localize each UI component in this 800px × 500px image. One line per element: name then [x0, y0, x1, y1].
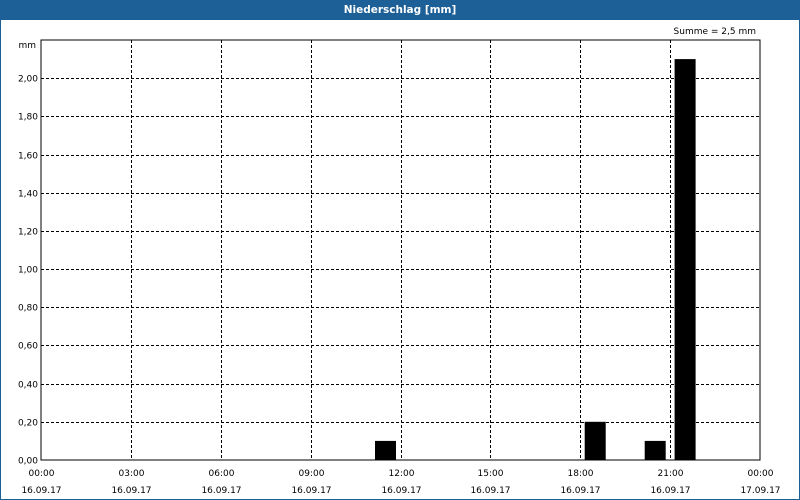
- y-tick-label: 1,80: [18, 113, 38, 123]
- y-tick-label: 1,60: [18, 152, 38, 162]
- x-tick-time: 00:00: [29, 469, 55, 479]
- precipitation-bar: [644, 440, 666, 460]
- y-axis-unit: mm: [18, 41, 36, 51]
- x-tick-date: 16.09.17: [21, 486, 61, 496]
- y-axis: 0,00 0,20 0,40 0,60 0,80 1,00 1,20 1,40 1,60 1,80…: [18, 75, 38, 467]
- x-tick-time: 18:00: [568, 469, 594, 479]
- x-tick-time: 21:00: [658, 469, 684, 479]
- x-tick-date: 17.09.17: [740, 486, 780, 496]
- y-tick-label: 0,20: [18, 419, 38, 429]
- x-tick-date: 16.09.17: [381, 486, 421, 496]
- y-tick-label: 0,00: [18, 457, 38, 467]
- x-tick-time: 00:00: [748, 469, 774, 479]
- x-tick-date: 16.09.17: [291, 486, 331, 496]
- x-tick-time: 12:00: [389, 469, 415, 479]
- x-axis: 00:00 16.09.17 03:00 16.09.17 06:00 16.09.17 0…: [21, 469, 780, 496]
- x-tick-date: 16.09.17: [470, 486, 510, 496]
- x-tick-time: 15:00: [478, 469, 504, 479]
- x-tick-time: 03:00: [119, 469, 145, 479]
- sum-label: Summe = 2,5 mm: [674, 27, 756, 37]
- plot-area: [41, 40, 760, 460]
- x-tick-date: 16.09.17: [650, 486, 690, 496]
- precipitation-chart: 0,00 0,20 0,40 0,60 0,80 1,00 1,20 1,40 1,60 1,80…: [18, 27, 781, 496]
- y-tick-label: 0,60: [18, 342, 38, 352]
- x-tick-time: 06:00: [209, 469, 235, 479]
- y-tick-label: 1,00: [18, 266, 38, 276]
- y-tick-label: 0,40: [18, 381, 38, 391]
- x-tick-time: 09:00: [299, 469, 325, 479]
- x-tick-date: 16.09.17: [201, 486, 241, 496]
- x-tick-date: 16.09.17: [111, 486, 151, 496]
- y-tick-label: 2,00: [18, 75, 38, 85]
- precipitation-bar: [584, 421, 606, 460]
- y-tick-label: 1,20: [18, 228, 38, 238]
- y-tick-label: 1,40: [18, 190, 38, 200]
- x-tick-date: 16.09.17: [560, 486, 600, 496]
- precipitation-bar: [375, 440, 396, 460]
- y-tick-label: 0,80: [18, 304, 38, 314]
- precipitation-bar: [674, 59, 696, 460]
